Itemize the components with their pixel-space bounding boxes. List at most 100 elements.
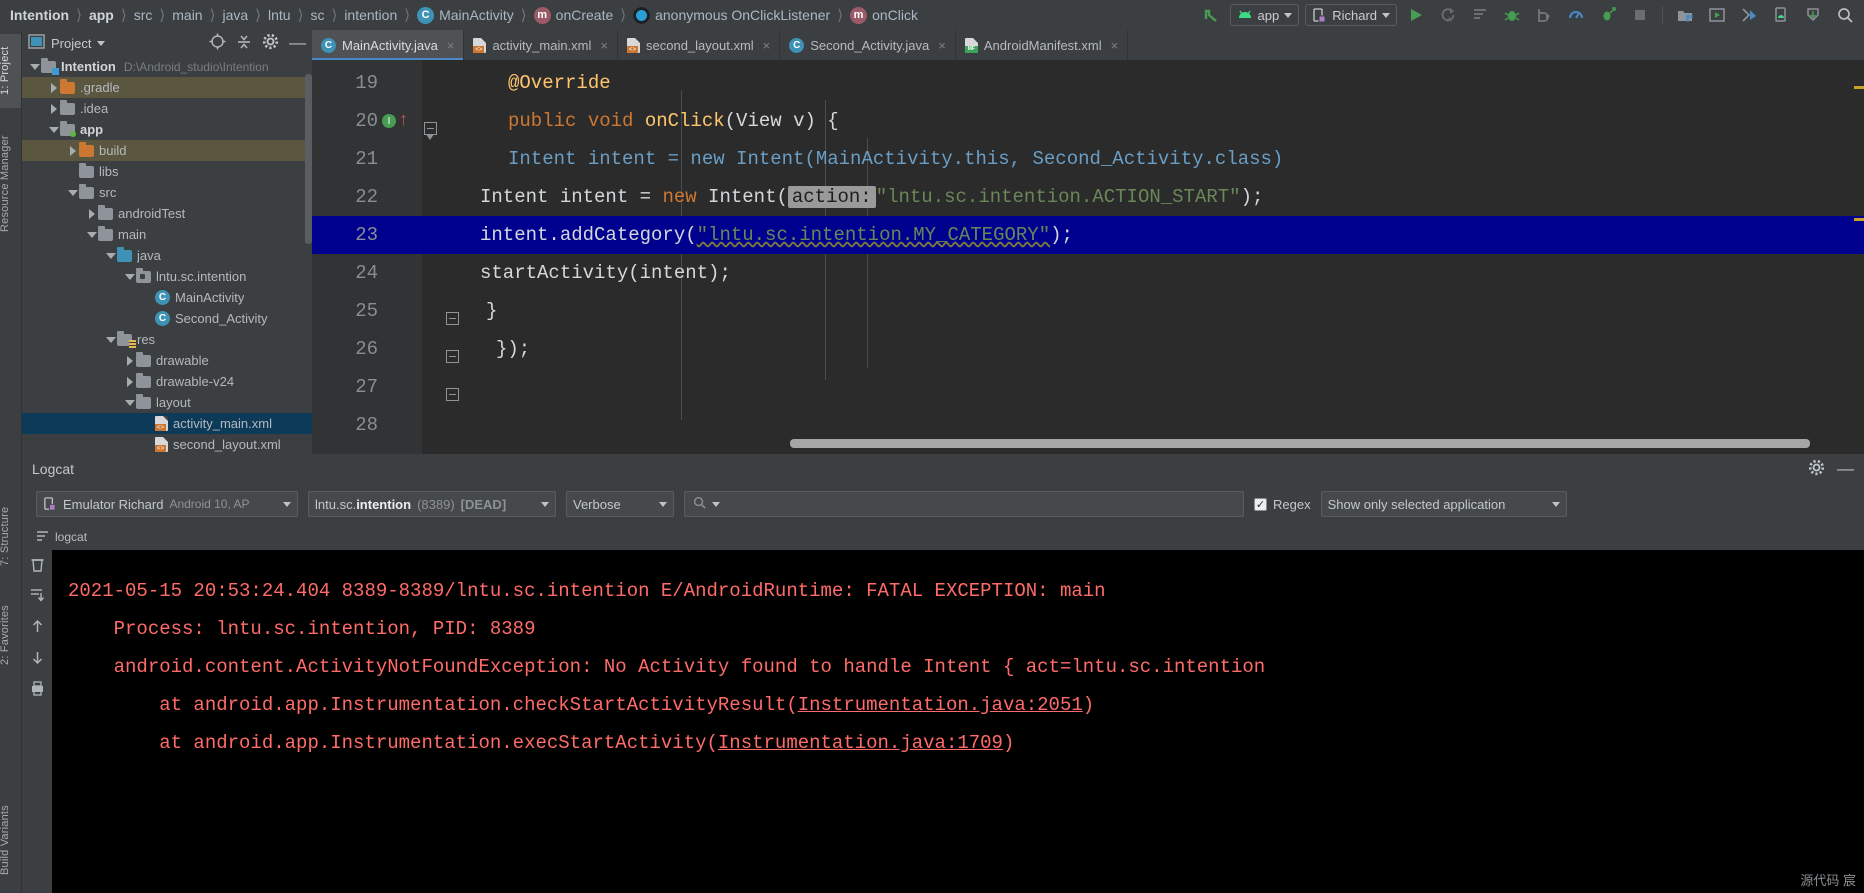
chevron-right-icon[interactable] [85,208,98,219]
stop-icon[interactable] [1627,3,1653,27]
chevron-down-icon[interactable] [85,231,98,238]
down-arrow-icon[interactable] [29,649,46,669]
breadcrumb-item-mainactivity[interactable]: C MainActivity [417,6,514,24]
breadcrumb-item-anonymous-listener[interactable]: anonymous OnClickListener [633,6,830,24]
chevron-right-icon[interactable] [66,145,79,156]
sdk-manager-icon[interactable] [1672,3,1698,27]
log-level-combo[interactable]: Verbose [566,491,674,517]
process-combo[interactable]: lntu.sc.intention (8389) [DEAD] [308,491,556,517]
chevron-down-icon[interactable] [123,399,136,406]
up-arrow-icon[interactable] [29,618,46,638]
settings-gear-icon[interactable] [262,33,279,53]
tree-node--idea[interactable]: .idea [22,98,312,119]
editor-tab-mainactivity-java[interactable]: C MainActivity.java × [312,30,465,60]
breadcrumb-item-lntu[interactable]: lntu [268,7,291,23]
sidebar-item-favorites[interactable]: 2: Favorites [0,590,21,680]
minimize-icon[interactable]: — [1837,459,1854,479]
breadcrumb-item-onclick[interactable]: m onClick [850,6,918,24]
error-stripe-mark[interactable] [1854,218,1864,221]
editor-tab-activity-main-xml[interactable]: activity_main.xml × [464,30,618,60]
tree-node-src[interactable]: src [22,182,312,203]
tree-node-androidtest[interactable]: androidTest [22,203,312,224]
code-editor[interactable]: 19 @Override 20 I ↑ public void onClick(… [312,60,1864,454]
sidebar-item-project[interactable]: 1: Project [0,34,21,108]
tree-node-second-layout-xml[interactable]: second_layout.xml [22,434,312,454]
project-panel-title[interactable]: Project [51,36,91,51]
chevron-down-icon[interactable] [66,189,79,196]
device-combo[interactable]: Emulator Richard Android 10, AP [36,491,298,517]
chevron-down-icon[interactable] [712,501,720,507]
profiler-icon[interactable] [1563,3,1589,27]
chevron-down-icon[interactable] [97,40,106,46]
gutter-marks[interactable]: I ↑ [378,112,422,130]
sidebar-item-structure[interactable]: 7: Structure [0,490,21,582]
clear-logcat-icon[interactable] [29,556,46,576]
tree-node--gradle[interactable]: .gradle [22,77,312,98]
sidebar-item-build-variants[interactable]: Build Variants [0,790,21,890]
print-icon[interactable] [29,680,46,700]
editor-tab-second-layout-xml[interactable]: second_layout.xml × [618,30,781,60]
tree-node-java[interactable]: java [22,245,312,266]
scroll-to-end-icon[interactable] [29,587,46,607]
tree-node-activity-main-xml[interactable]: activity_main.xml [22,413,312,434]
tree-node-drawable-v24[interactable]: drawable-v24 [22,371,312,392]
rerun-icon[interactable]: A [1435,3,1461,27]
breadcrumb-item-oncreate[interactable]: m onCreate [533,6,613,24]
tree-node-main[interactable]: main [22,224,312,245]
sidebar-item-resource-manager[interactable]: Resource Manager [0,118,21,250]
regex-toggle[interactable]: ✓ Regex [1254,497,1311,512]
chevron-right-icon[interactable] [47,103,60,114]
intention-bulb-icon[interactable]: I [382,114,396,128]
editor-tab-second-activity-java[interactable]: C Second_Activity.java × [780,30,956,60]
close-icon[interactable]: × [938,38,946,53]
apply-changes-icon[interactable] [1467,3,1493,27]
scope-combo[interactable]: Show only selected application [1320,491,1567,517]
override-arrow-icon[interactable]: ↑ [398,112,409,130]
checkbox-checked-icon[interactable]: ✓ [1254,497,1267,511]
tree-node-mainactivity[interactable]: C MainActivity [22,287,312,308]
tree-node-lntu-sc-intention[interactable]: lntu.sc.intention [22,266,312,287]
breadcrumb-item-java[interactable]: java [222,7,248,23]
search-icon[interactable] [1832,3,1858,27]
chevron-down-icon[interactable] [47,126,60,133]
chevron-down-icon[interactable] [104,252,117,259]
editor-horizontal-scrollbar[interactable] [790,439,1810,448]
debug-attach-icon[interactable] [1531,3,1557,27]
chevron-right-icon[interactable] [47,82,60,93]
device-file-explorer-icon[interactable] [1768,3,1794,27]
logcat-search-box[interactable] [684,491,1244,517]
sync-gradle-icon[interactable] [1800,3,1826,27]
back-arrow-icon[interactable] [1198,3,1224,27]
avd-manager-icon[interactable] [1704,3,1730,27]
close-icon[interactable]: × [447,38,455,53]
chevron-right-icon[interactable] [123,376,136,387]
tree-node-app[interactable]: app [22,119,312,140]
layout-inspector-icon[interactable] [1736,3,1762,27]
error-stripe-mark[interactable] [1854,86,1864,89]
settings-gear-icon[interactable] [1808,459,1825,479]
editor-tab-androidmanifest-xml[interactable]: AndroidManifest.xml × [956,30,1129,60]
chevron-down-icon[interactable] [123,273,136,280]
tree-node-intention[interactable]: Intention D:\Android_studio\Intention [22,56,312,77]
chevron-down-icon[interactable] [104,336,117,343]
module-selector[interactable]: app [1229,4,1300,26]
locate-icon[interactable] [209,33,226,53]
search-input[interactable] [726,496,1235,512]
collapse-all-icon[interactable] [236,34,252,53]
breadcrumb-item-intention-pkg[interactable]: intention [344,7,397,23]
breadcrumb-item-main[interactable]: main [172,7,202,23]
attach-debugger-icon[interactable] [1595,3,1621,27]
close-icon[interactable]: × [1111,38,1119,53]
tree-node-libs[interactable]: libs [22,161,312,182]
run-icon[interactable] [1403,3,1429,27]
breadcrumb-item-src[interactable]: src [134,7,153,23]
tree-node-second-activity[interactable]: C Second_Activity [22,308,312,329]
breadcrumb-item-intention[interactable]: Intention [10,7,69,23]
logcat-source-link[interactable]: Instrumentation.java:2051 [798,694,1083,716]
logcat-subtab-label[interactable]: logcat [55,530,87,544]
tree-node-layout[interactable]: layout [22,392,312,413]
chevron-right-icon[interactable] [123,355,136,366]
minimize-icon[interactable]: — [289,33,306,53]
chevron-down-icon[interactable] [28,63,41,70]
logcat-title[interactable]: Logcat [32,461,74,477]
